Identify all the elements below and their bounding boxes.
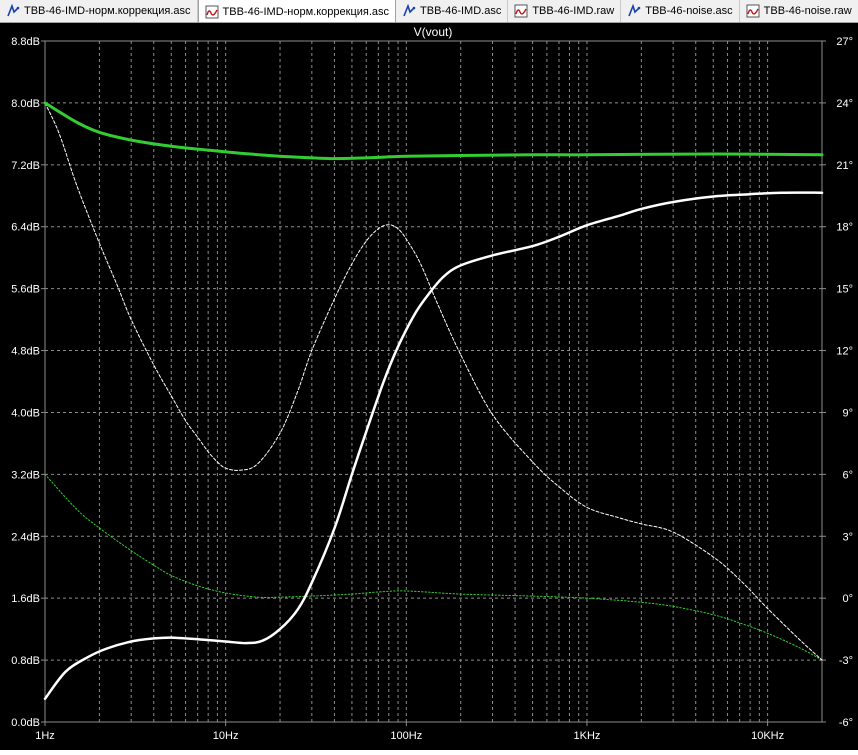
y-right-tick-label: -3° bbox=[839, 655, 853, 667]
y-left-tick-label: 0.0dB bbox=[11, 717, 40, 729]
phase-trace-green-dotted bbox=[44, 473, 823, 661]
x-tick-label: 1KHz bbox=[574, 730, 601, 742]
y-right-tick-label: 0° bbox=[842, 593, 853, 605]
tab-label: TBB-46-IMD-норм.коррекция.asc bbox=[222, 5, 390, 18]
y-left-tick-label: 8.8dB bbox=[11, 36, 40, 48]
tab-label: TBB-46-noise.asc bbox=[645, 5, 733, 17]
tab-label: TBB-46-IMD.asc bbox=[420, 5, 502, 17]
tab-1[interactable]: TBB-46-IMD-норм.коррекция.asc bbox=[197, 0, 397, 22]
y-right-tick-label: 6° bbox=[842, 469, 853, 481]
tab-3[interactable]: TBB-46-IMD.raw bbox=[508, 0, 622, 22]
magnitude-trace-green bbox=[43, 101, 824, 161]
y-left-tick-label: 7.2dB bbox=[11, 160, 40, 172]
y-right-tick-label: 15° bbox=[836, 284, 853, 296]
schematic-icon bbox=[627, 4, 641, 18]
y-right-tick-label: -6° bbox=[839, 717, 853, 729]
y-left-tick-label: 0.8dB bbox=[11, 655, 40, 667]
traces bbox=[43, 101, 824, 701]
y-left-tick-label: 2.4dB bbox=[11, 531, 40, 543]
tab-0[interactable]: TBB-46-IMD-норм.коррекция.asc bbox=[0, 0, 198, 22]
magnitude-trace-white bbox=[43, 191, 824, 701]
x-tick-label: 100Hz bbox=[390, 730, 422, 742]
schematic-icon bbox=[6, 4, 20, 18]
tab-label: TBB-46-IMD.raw bbox=[532, 5, 615, 17]
trace-title[interactable]: V(vout) bbox=[414, 25, 453, 39]
plot-frame bbox=[44, 40, 823, 723]
x-tick-label: 10KHz bbox=[751, 730, 784, 742]
y-right-tick-label: 24° bbox=[836, 98, 853, 110]
y-left-tick-label: 4.0dB bbox=[11, 407, 40, 419]
tab-label: TBB-46-IMD-норм.коррекция.asc bbox=[24, 5, 191, 17]
x-tick-label: 10Hz bbox=[213, 730, 239, 742]
y-right-tick-label: 9° bbox=[842, 407, 853, 419]
bode-plot[interactable]: 0.0dB 0.8dB 1.6dB 2.4dB 3.2dB 4.0dB 4.8dB 5.6dB… bbox=[0, 23, 858, 750]
phase-trace-white-dashed bbox=[44, 102, 823, 661]
y-left-tick-label: 6.4dB bbox=[11, 222, 40, 234]
tab-2[interactable]: TBB-46-IMD.asc bbox=[396, 0, 509, 22]
y-right-tick-label: 21° bbox=[836, 160, 853, 172]
y-right-tick-label: 3° bbox=[842, 531, 853, 543]
x-tick-label: 1Hz bbox=[35, 730, 55, 742]
waveform-icon bbox=[746, 4, 760, 18]
y-left-tick-label: 8.0dB bbox=[11, 98, 40, 110]
y-left-tick-label: 4.8dB bbox=[11, 346, 40, 358]
y-right-tick-label: 18° bbox=[836, 222, 853, 234]
document-tab-bar: TBB-46-IMD-норм.коррекция.asc TBB-46-IMD-… bbox=[0, 0, 858, 23]
schematic-icon bbox=[402, 4, 416, 18]
waveform-icon bbox=[205, 5, 219, 19]
y-right-tick-label: 27° bbox=[836, 36, 853, 48]
tab-label: TBB-46-noise.raw bbox=[763, 5, 852, 17]
y-left-tick-label: 1.6dB bbox=[11, 593, 40, 605]
waveform-icon bbox=[514, 4, 528, 18]
y-left-tick-label: 3.2dB bbox=[11, 469, 40, 481]
tab-5[interactable]: TBB-46-noise.raw bbox=[740, 0, 858, 22]
grid-lines bbox=[44, 40, 823, 723]
tab-4[interactable]: TBB-46-noise.asc bbox=[621, 0, 740, 22]
y-left-tick-label: 5.6dB bbox=[11, 284, 40, 296]
y-right-tick-label: 12° bbox=[836, 346, 853, 358]
waveform-viewer[interactable]: 0.0dB 0.8dB 1.6dB 2.4dB 3.2dB 4.0dB 4.8dB 5.6dB… bbox=[0, 23, 858, 750]
